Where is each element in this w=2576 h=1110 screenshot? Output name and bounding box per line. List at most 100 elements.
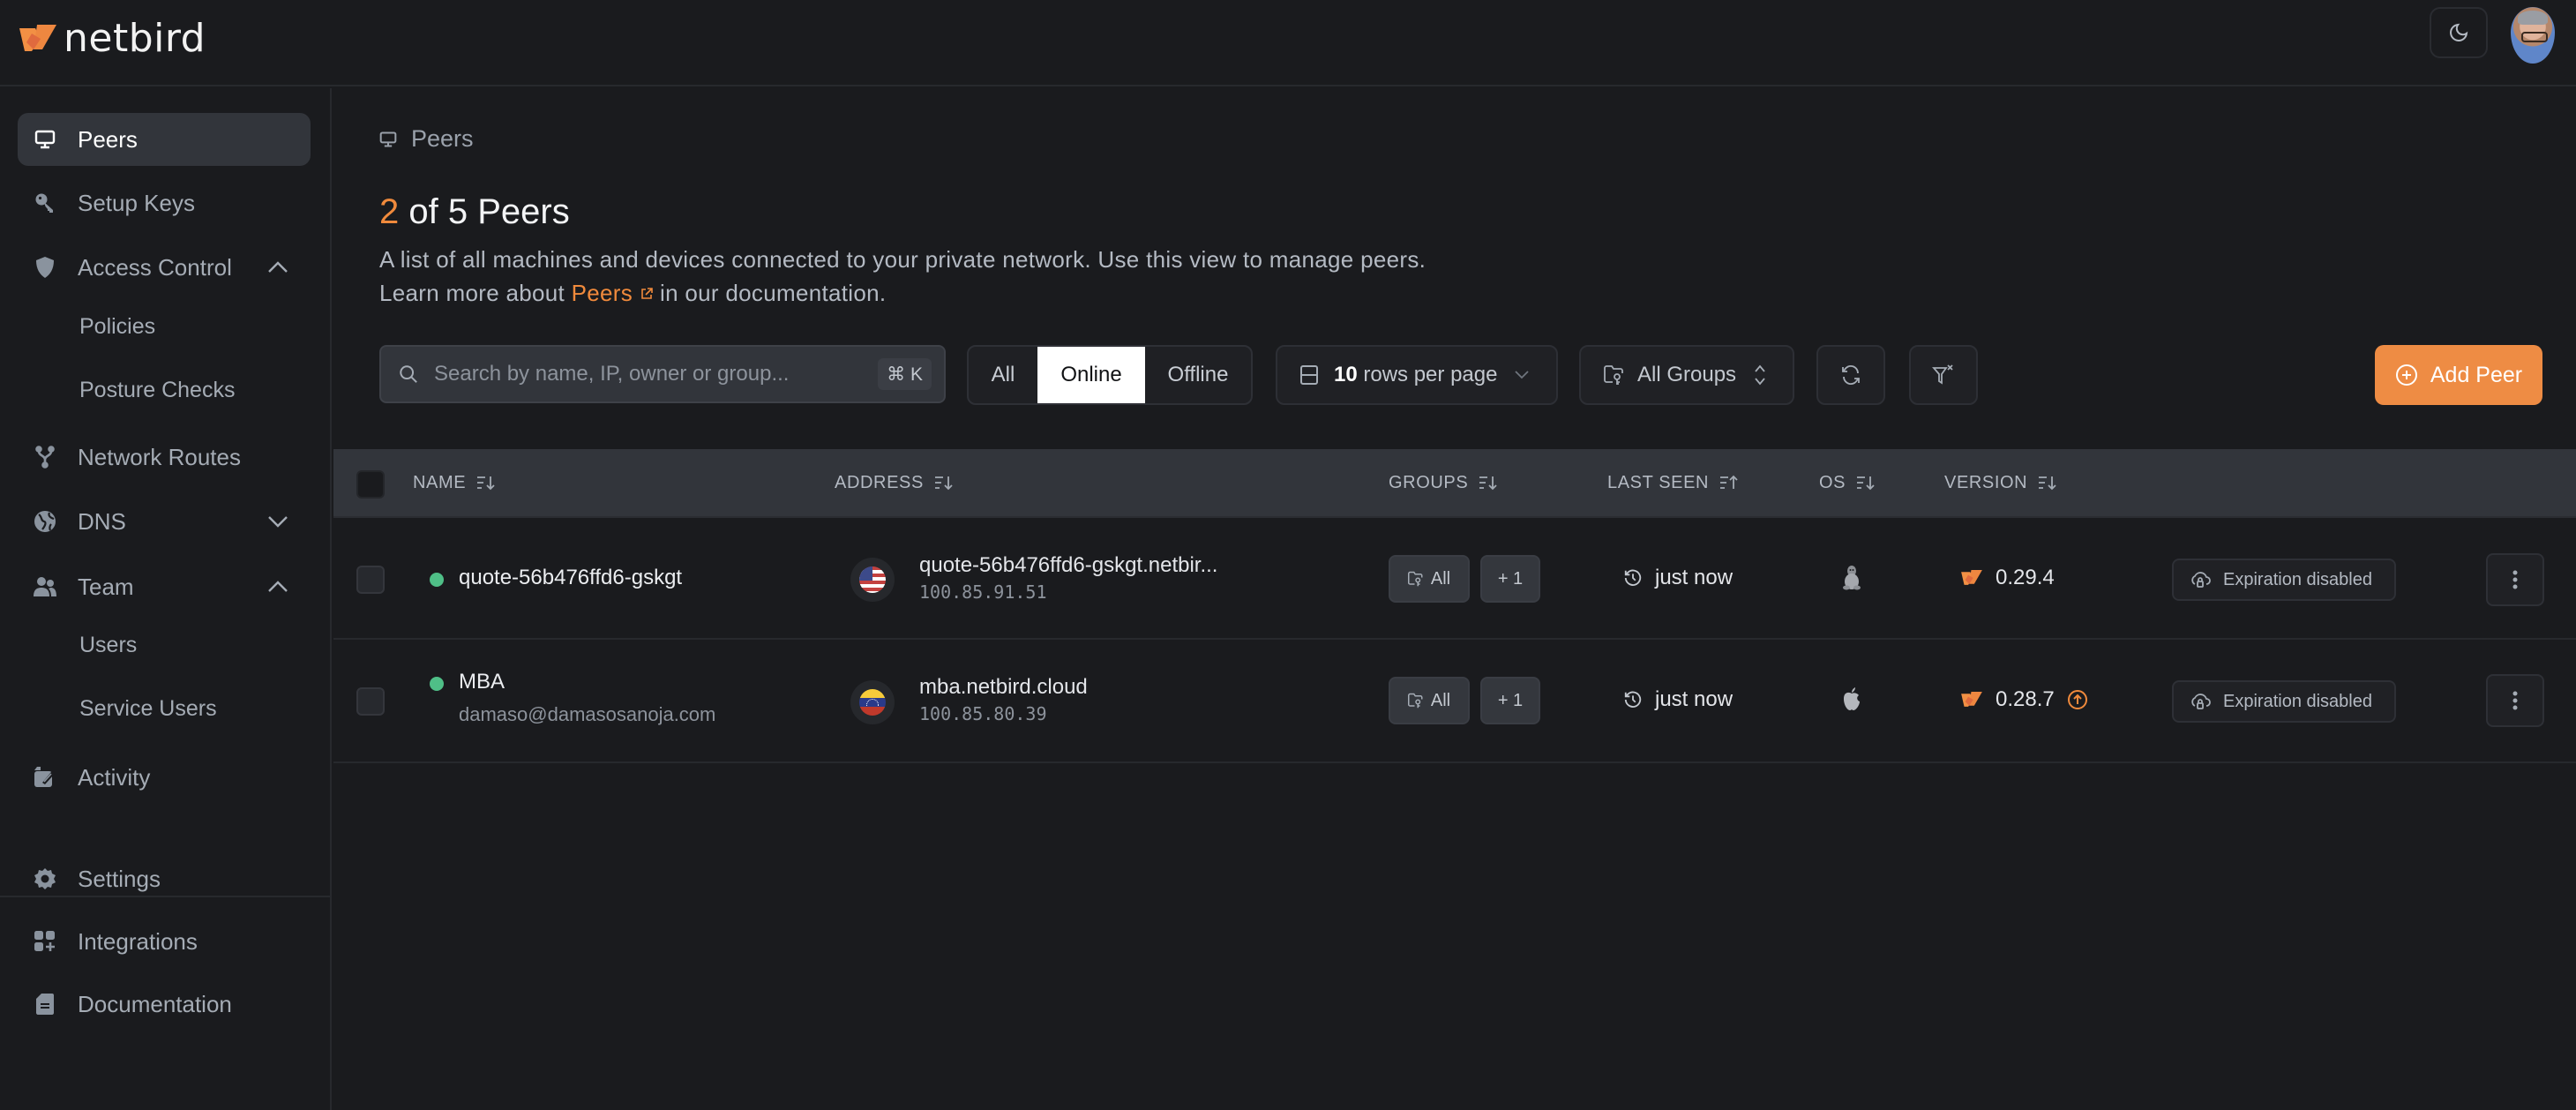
select-all-checkbox[interactable]	[356, 470, 385, 499]
sidebar-item-activity[interactable]: Activity	[18, 751, 311, 804]
rows-per-page-select[interactable]: 10 rows per page	[1276, 345, 1558, 405]
sidebar-item-service-users[interactable]: Service Users	[79, 696, 217, 722]
netbird-bird-icon	[1961, 569, 1982, 585]
peer-user-email: damaso@damasosanoja.com	[459, 703, 716, 725]
row-actions-button[interactable]	[2486, 674, 2544, 727]
sidebar-item-label: Team	[78, 573, 134, 600]
tab-all[interactable]: All	[969, 347, 1037, 403]
top-bar: netbird	[0, 0, 2576, 86]
search-icon	[400, 365, 417, 383]
gear-icon	[34, 867, 56, 890]
column-header-version[interactable]: VERSION	[1944, 449, 2057, 516]
monitor-icon	[379, 131, 397, 146]
add-peer-button[interactable]: Add Peer	[2375, 345, 2542, 405]
table-row[interactable]: quote-56b476ffd6-gskgt quote-56b476ffd6-…	[333, 520, 2576, 640]
apple-icon	[1838, 686, 1865, 712]
rows-count: 10	[1334, 363, 1358, 386]
peer-version: 0.28.7	[1996, 687, 2055, 711]
row-actions-button[interactable]	[2486, 553, 2544, 606]
expiration-badge[interactable]: Expiration disabled	[2172, 680, 2396, 723]
sidebar-item-label: Documentation	[78, 990, 232, 1017]
folder-key-icon	[1604, 365, 1623, 385]
chevron-up-icon[interactable]	[266, 575, 289, 598]
rows-label: rows per page	[1357, 363, 1498, 386]
keyboard-shortcut-badge: ⌘ K	[878, 358, 932, 390]
main-content: Peers 2 of 5 Peers A list of all machine…	[333, 88, 2576, 1110]
breadcrumb-item[interactable]: Peers	[411, 125, 474, 153]
more-vertical-icon	[2512, 691, 2518, 710]
row-checkbox[interactable]	[356, 687, 385, 716]
sidebar-item-documentation[interactable]: Documentation	[18, 978, 311, 1031]
table-row[interactable]: MBA damaso@damasosanoja.com mba.netbird.…	[333, 641, 2576, 763]
column-header-last-seen[interactable]: LAST SEEN	[1607, 449, 1739, 516]
chevron-down-icon	[1515, 371, 1530, 379]
row-checkbox[interactable]	[356, 566, 385, 594]
refresh-button[interactable]	[1816, 345, 1885, 405]
expiration-badge[interactable]: Expiration disabled	[2172, 559, 2396, 601]
sidebar-item-users[interactable]: Users	[79, 633, 137, 658]
online-status-dot	[430, 677, 444, 691]
sidebar-item-settings[interactable]: Settings	[18, 852, 311, 905]
sidebar-item-policies[interactable]: Policies	[79, 314, 155, 340]
column-header-os[interactable]: OS	[1819, 449, 1876, 516]
external-link-icon	[640, 288, 653, 299]
peer-dns-name[interactable]: quote-56b476ffd6-gskgt.netbir...	[919, 553, 1217, 578]
sidebar-item-dns[interactable]: DNS	[18, 495, 311, 548]
sidebar-item-access-control[interactable]: Access Control	[18, 241, 311, 294]
group-badge[interactable]: All	[1389, 677, 1470, 724]
peer-name[interactable]: MBA	[459, 670, 505, 694]
status-filter-tabs: All Online Offline	[967, 345, 1253, 405]
group-badge[interactable]: All	[1389, 555, 1470, 603]
search-input[interactable]	[434, 347, 857, 401]
sort-desc-icon	[934, 476, 953, 491]
peer-ip-address: 100.85.80.39	[919, 703, 1047, 724]
sidebar-item-label: Activity	[78, 763, 151, 791]
page-title: 2 of 5 Peers	[379, 192, 570, 232]
theme-toggle-button[interactable]	[2430, 7, 2488, 58]
sidebar-item-label: DNS	[78, 507, 126, 535]
clear-filters-button[interactable]	[1909, 345, 1978, 405]
chevron-up-down-icon	[1755, 364, 1765, 386]
user-avatar[interactable]	[2511, 7, 2555, 64]
chevron-up-icon[interactable]	[266, 256, 289, 279]
history-icon	[1624, 691, 1642, 708]
groups-filter-label: All Groups	[1637, 363, 1737, 386]
netbird-logo[interactable]: netbird	[18, 16, 206, 61]
sidebar-item-peers[interactable]: Peers	[18, 113, 311, 166]
sidebar-item-network-routes[interactable]: Network Routes	[18, 431, 311, 484]
column-header-name[interactable]: NAME	[413, 449, 496, 516]
document-icon	[34, 993, 56, 1016]
column-header-groups[interactable]: GROUPS	[1389, 449, 1498, 516]
column-header-address[interactable]: ADDRESS	[835, 449, 954, 516]
peer-dns-name[interactable]: mba.netbird.cloud	[919, 675, 1088, 700]
last-seen: just now	[1623, 566, 1733, 590]
network-icon	[34, 446, 56, 469]
users-icon	[34, 575, 56, 598]
sidebar-item-setup-keys[interactable]: Setup Keys	[18, 176, 311, 229]
more-groups-badge[interactable]: + 1	[1480, 555, 1540, 603]
table-header: NAME ADDRESS GROUPS LAST SEEN OS VERSION	[333, 449, 2576, 518]
description-line: Learn more about Peers in our documentat…	[379, 280, 887, 306]
peer-version: 0.29.4	[1996, 566, 2055, 589]
sidebar-item-team[interactable]: Team	[18, 560, 311, 613]
chevron-down-icon[interactable]	[266, 510, 289, 533]
country-flag-us	[850, 558, 895, 602]
tab-online[interactable]: Online	[1037, 347, 1145, 403]
more-vertical-icon	[2512, 570, 2518, 589]
sidebar-item-posture-checks[interactable]: Posture Checks	[79, 378, 235, 403]
shield-icon	[34, 256, 56, 279]
folder-key-icon	[1407, 693, 1423, 709]
more-groups-badge[interactable]: + 1	[1480, 677, 1540, 724]
sort-desc-icon	[1479, 476, 1497, 491]
description-line: A list of all machines and devices conne…	[379, 246, 1427, 273]
update-available-icon[interactable]	[2067, 689, 2088, 710]
tab-offline[interactable]: Offline	[1145, 347, 1251, 403]
peer-name[interactable]: quote-56b476ffd6-gskgt	[459, 566, 682, 590]
refresh-icon	[1842, 364, 1860, 386]
monitor-icon	[34, 128, 56, 151]
integrations-icon	[34, 930, 56, 953]
filter-x-icon	[1932, 364, 1953, 385]
sidebar-item-integrations[interactable]: Integrations	[18, 915, 311, 968]
groups-filter-select[interactable]: All Groups	[1579, 345, 1794, 405]
peers-docs-link[interactable]: Peers	[572, 280, 654, 306]
